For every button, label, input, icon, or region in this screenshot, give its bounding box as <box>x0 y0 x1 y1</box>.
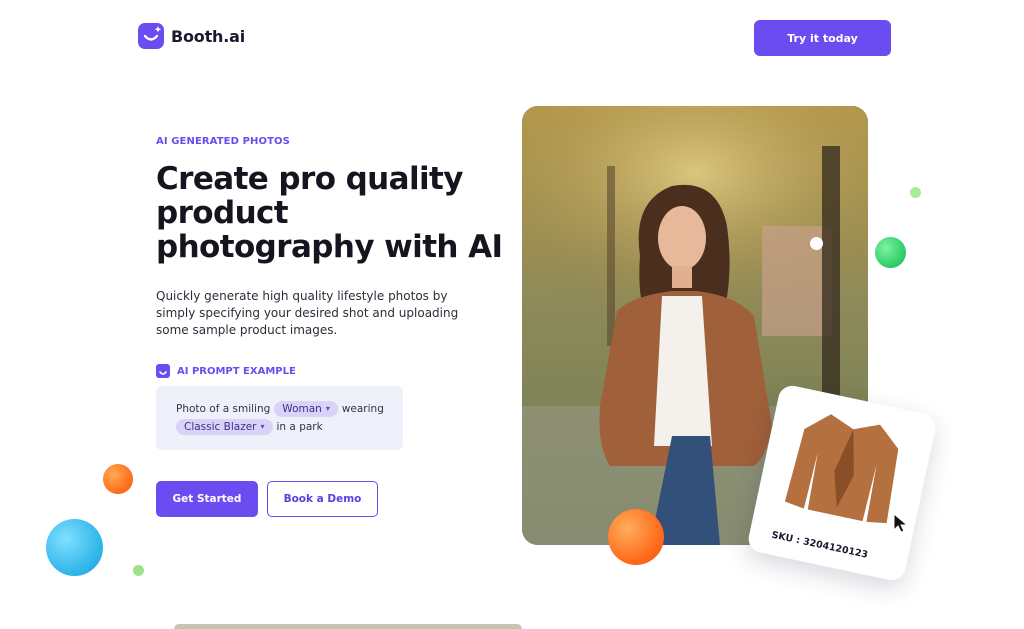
brand-name: Booth.ai <box>171 26 245 46</box>
decorative-green-dot <box>910 187 921 198</box>
chevron-down-icon: ▾ <box>325 404 330 413</box>
prompt-text: Photo of a smiling <box>176 403 271 415</box>
prompt-example-label: AI PROMPT EXAMPLE <box>156 364 296 378</box>
next-section-preview <box>174 624 522 629</box>
prompt-example-label-text: AI PROMPT EXAMPLE <box>177 365 296 377</box>
get-started-button[interactable]: Get Started <box>156 481 258 517</box>
decorative-green-ball <box>875 237 906 268</box>
product-sku-card: SKU : 3204120123 <box>746 383 938 583</box>
hero-subtext: Quickly generate high quality lifestyle … <box>156 289 459 337</box>
smile-icon <box>156 364 170 378</box>
cursor-arrow-icon <box>892 512 910 538</box>
try-it-today-button[interactable]: Try it today <box>754 20 891 56</box>
book-demo-button[interactable]: Book a Demo <box>267 481 378 517</box>
prompt-text: wearing <box>341 403 384 415</box>
hero-headline: Create pro quality product photography w… <box>156 161 503 265</box>
decorative-blue-ball <box>46 519 103 576</box>
decorative-orange-ball <box>608 509 664 565</box>
prompt-example-box: Photo of a smiling Woman ▾ wearing Class… <box>156 386 403 450</box>
subject-chip[interactable]: Woman ▾ <box>274 401 338 417</box>
hero-eyebrow: AI GENERATED PHOTOS <box>156 136 290 147</box>
product-chip[interactable]: Classic Blazer ▾ <box>176 419 273 435</box>
booth-logo-icon <box>138 23 164 49</box>
brand-logo[interactable]: Booth.ai <box>138 23 245 49</box>
product-chip-label: Classic Blazer <box>184 421 257 433</box>
decorative-white-dot <box>810 237 823 250</box>
prompt-text: in a park <box>276 421 323 433</box>
decorative-green-dot <box>133 565 144 576</box>
decorative-orange-ball <box>103 464 133 494</box>
subject-chip-label: Woman <box>282 403 322 415</box>
blazer-image <box>784 414 899 524</box>
chevron-down-icon: ▾ <box>260 422 265 431</box>
